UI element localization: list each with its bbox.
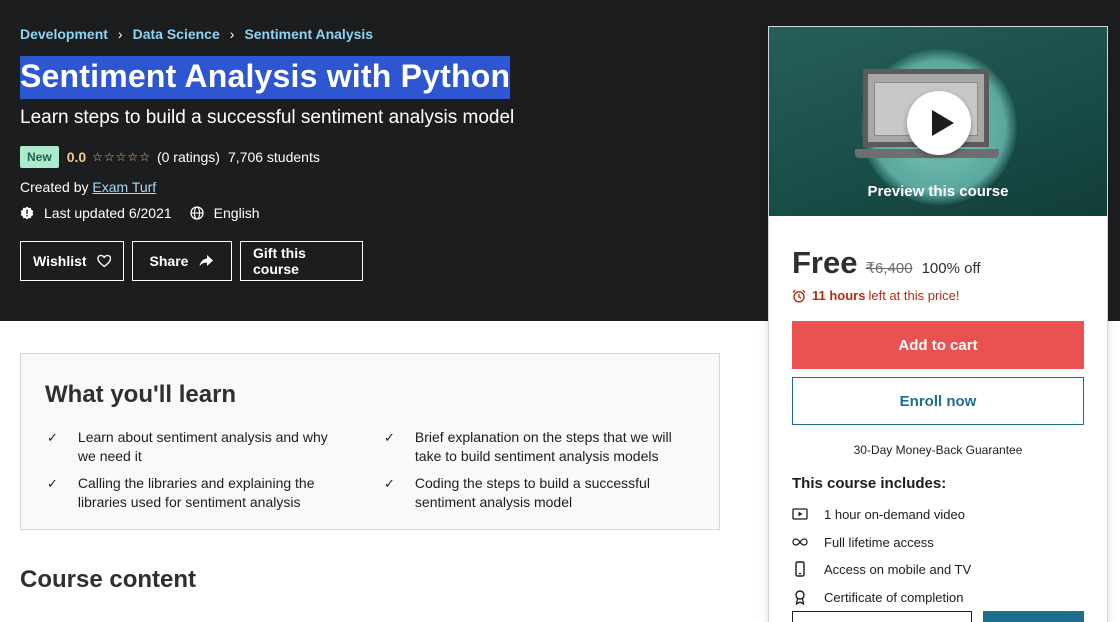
- new-badge: New: [20, 146, 59, 168]
- breadcrumb-development[interactable]: Development: [20, 26, 108, 42]
- include-item-label: Certificate of completion: [824, 589, 964, 605]
- preview-label: Preview this course: [867, 183, 1009, 200]
- author-link[interactable]: Exam Turf: [92, 179, 156, 195]
- enroll-now-button[interactable]: Enroll now: [792, 377, 1084, 425]
- breadcrumb-data-science[interactable]: Data Science: [133, 26, 220, 42]
- learn-item-text: Calling the libraries and explaining the…: [77, 475, 315, 510]
- include-item: Access on mobile and TV: [792, 561, 971, 577]
- infinity-icon: [792, 538, 808, 546]
- learn-item-text: Learn about sentiment analysis and why w…: [77, 429, 328, 464]
- what-youll-learn: What you'll learn ✓ Learn about sentimen…: [20, 353, 720, 530]
- breadcrumb: Development › Data Science › Sentiment A…: [20, 26, 373, 42]
- include-item-label: Access on mobile and TV: [824, 561, 972, 577]
- timer-hours: 11 hours: [812, 288, 866, 303]
- check-icon: ✓: [384, 476, 395, 491]
- breadcrumb-sentiment-analysis[interactable]: Sentiment Analysis: [244, 26, 373, 42]
- course-content-heading: Course content: [20, 566, 197, 593]
- learn-item: ✓ Learn about sentiment analysis and why…: [47, 428, 337, 466]
- video-icon: [792, 508, 808, 520]
- gift-label: Gift this course: [253, 245, 306, 277]
- includes-title: This course includes:: [792, 475, 947, 492]
- alert-badge-icon: [20, 206, 34, 220]
- rating-value: 0.0: [66, 149, 87, 165]
- learn-item: ✓ Brief explanation on the steps that we…: [384, 428, 674, 466]
- check-icon: ✓: [47, 430, 58, 445]
- chevron-right-icon: ›: [229, 26, 235, 42]
- price-row: Free ₹6,400 100% off: [792, 245, 981, 281]
- share-arrow-icon: [199, 255, 214, 267]
- wishlist-label: Wishlist: [33, 253, 87, 269]
- share-button[interactable]: Share: [132, 241, 232, 281]
- original-price: ₹6,400: [865, 260, 913, 277]
- course-meta: Last updated 6/2021 English: [20, 205, 260, 221]
- include-item: Certificate of completion: [792, 589, 963, 605]
- learn-item: ✓ Coding the steps to build a successful…: [384, 474, 674, 512]
- timer-text: left at this price!: [868, 288, 960, 303]
- gift-course-button[interactable]: Gift this course: [240, 241, 363, 281]
- current-price: Free: [792, 245, 858, 280]
- play-icon: [932, 110, 954, 136]
- heart-icon: [96, 254, 111, 268]
- learn-item: ✓ Calling the libraries and explaining t…: [47, 474, 337, 512]
- learn-title: What you'll learn: [45, 381, 237, 408]
- star-rating-icon: ☆☆☆☆☆: [92, 150, 151, 164]
- check-icon: ✓: [384, 430, 395, 445]
- price-timer: 11 hours left at this price!: [792, 288, 960, 303]
- apply-button[interactable]: [983, 611, 1084, 622]
- ratings-count[interactable]: (0 ratings): [157, 149, 220, 165]
- wishlist-button[interactable]: Wishlist: [20, 241, 124, 281]
- include-item: Full lifetime access: [792, 534, 934, 550]
- include-item: 1 hour on-demand video: [792, 506, 965, 522]
- money-back-guarantee: 30-Day Money-Back Guarantee: [853, 443, 1023, 457]
- include-item-label: 1 hour on-demand video: [824, 506, 965, 522]
- mobile-icon: [795, 561, 805, 577]
- share-label: Share: [149, 253, 189, 269]
- discount-percent: 100% off: [921, 260, 981, 277]
- certificate-icon: [795, 590, 805, 605]
- learn-item-text: Coding the steps to build a successful s…: [414, 475, 650, 510]
- add-to-cart-button[interactable]: Add to cart: [792, 321, 1084, 369]
- course-subtitle: Learn steps to build a successful sentim…: [20, 107, 515, 128]
- purchase-sidebar: Preview this course Free ₹6,400 100% off…: [768, 26, 1108, 622]
- learn-item-text: Brief explanation on the steps that we w…: [414, 429, 672, 464]
- play-button[interactable]: [907, 91, 971, 155]
- alarm-clock-icon: [792, 289, 806, 303]
- created-by: Created by Exam Turf: [20, 179, 156, 195]
- last-updated: Last updated 6/2021: [44, 205, 172, 221]
- course-actions: Wishlist Share Gift this course: [20, 241, 363, 281]
- globe-icon: [190, 206, 204, 220]
- chevron-right-icon: ›: [117, 26, 123, 42]
- apply-coupon-button[interactable]: [792, 611, 972, 622]
- rating-row: New 0.0 ☆☆☆☆☆ (0 ratings) 7,706 students: [20, 146, 320, 168]
- course-language: English: [213, 205, 260, 221]
- students-count: 7,706 students: [227, 149, 320, 165]
- check-icon: ✓: [47, 476, 58, 491]
- include-item-label: Full lifetime access: [824, 534, 934, 550]
- course-title: Sentiment Analysis with Python: [20, 56, 511, 99]
- course-preview[interactable]: Preview this course: [769, 27, 1107, 216]
- created-by-label: Created by: [20, 179, 89, 195]
